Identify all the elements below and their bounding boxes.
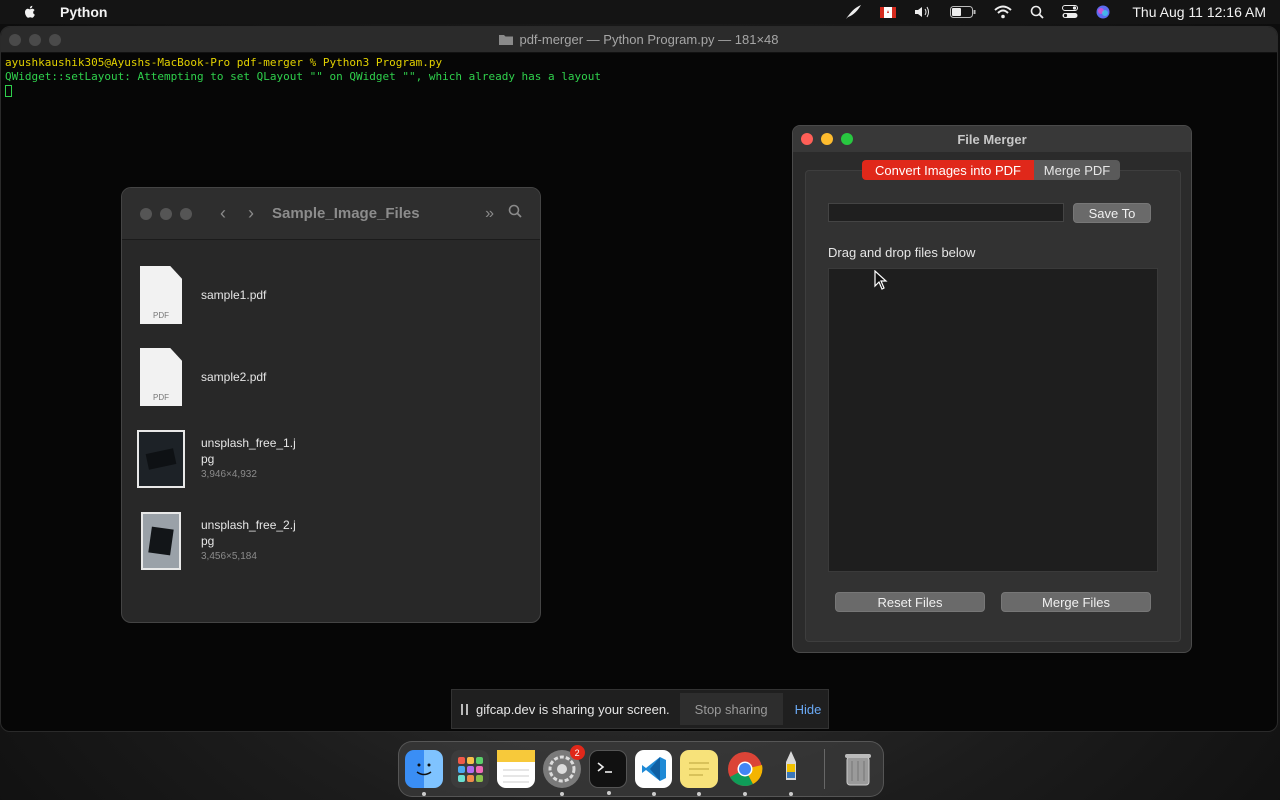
file-name: sample2.pdf	[201, 370, 267, 384]
forward-chevron-icon[interactable]: ›	[248, 203, 254, 224]
drop-label: Drag and drop files below	[828, 245, 976, 260]
terminal-output[interactable]: ayushkaushik305@Ayushs-MacBook-Pro pdf-m…	[1, 53, 1277, 101]
dock-separator	[824, 749, 826, 789]
menubar-clock[interactable]: Thu Aug 11 12:16 AM	[1132, 4, 1266, 20]
finder-window[interactable]: ‹ › Sample_Image_Files » PDF sample1.pdf…	[121, 187, 541, 623]
image-thumbnail	[137, 430, 185, 488]
pdf-file-icon: PDF	[140, 348, 182, 406]
folder-icon	[499, 35, 514, 45]
pdf-file-icon: PDF	[140, 266, 182, 324]
apple-icon[interactable]	[22, 4, 38, 20]
merge-files-button[interactable]: Merge Files	[1001, 592, 1151, 612]
terminal-cursor	[5, 85, 12, 97]
notes-icon[interactable]	[496, 750, 535, 788]
zoom-button[interactable]	[841, 133, 853, 145]
finder-navigation: ‹ ›	[220, 203, 254, 224]
file-merger-window[interactable]: File Merger Convert Images into PDF Merg…	[792, 125, 1192, 653]
more-toolbar-items-icon[interactable]: »	[485, 205, 494, 223]
system-preferences-icon[interactable]: 2	[542, 745, 585, 796]
image-dimensions: 3,946×4,932	[201, 469, 257, 480]
minimize-button[interactable]	[821, 133, 833, 145]
volume-icon[interactable]	[914, 5, 932, 19]
finder-icon[interactable]	[405, 750, 443, 796]
reset-files-button[interactable]: Reset Files	[835, 592, 985, 612]
file-name: sample1.pdf	[201, 288, 267, 302]
file-item[interactable]: unsplash_free_1.j pg 3,946×4,932	[136, 418, 526, 500]
close-button[interactable]	[140, 207, 152, 220]
tab-panel: Save To Drag and drop files below Reset …	[805, 170, 1181, 642]
window-controls	[140, 207, 192, 220]
stop-sharing-button[interactable]: Stop sharing	[679, 693, 783, 725]
canada-flag-icon[interactable]	[880, 6, 897, 18]
dock: 2	[398, 741, 884, 797]
search-icon[interactable]	[508, 204, 522, 223]
trash-icon[interactable]	[839, 750, 877, 788]
notification-badge: 2	[569, 745, 585, 760]
feather-icon[interactable]	[844, 4, 862, 20]
finder-toolbar: ‹ › Sample_Image_Files »	[122, 188, 540, 240]
file-item[interactable]: PDF sample2.pdf	[136, 336, 526, 418]
screen-sharing-bar: gifcap.dev is sharing your screen. Stop …	[451, 689, 829, 729]
python-launcher-icon[interactable]	[772, 750, 810, 796]
stickies-icon[interactable]	[680, 750, 719, 796]
window-controls	[801, 133, 853, 145]
file-name: unsplash_free_2.j pg 3,456×5,184	[201, 517, 311, 565]
file-name: unsplash_free_1.j pg 3,946×4,932	[201, 435, 311, 483]
finder-title: Sample_Image_Files	[272, 205, 420, 222]
battery-icon[interactable]	[950, 6, 976, 18]
menu-bar: Python Thu Aug 11 12:16 AM	[0, 0, 1280, 24]
file-item[interactable]: PDF sample1.pdf	[136, 254, 526, 336]
merger-tabs: Convert Images into PDF Merge PDF	[862, 160, 1120, 180]
terminal-title-text: pdf-merger — Python Program.py — 181×48	[519, 32, 779, 47]
mouse-pointer-icon	[874, 270, 888, 290]
merger-titlebar[interactable]: File Merger	[793, 126, 1191, 152]
tab-merge-pdf[interactable]: Merge PDF	[1034, 160, 1120, 180]
close-button[interactable]	[801, 133, 813, 145]
tab-convert-images[interactable]: Convert Images into PDF	[862, 160, 1034, 180]
terminal-title: pdf-merger — Python Program.py — 181×48	[1, 32, 1277, 47]
spotlight-search-icon[interactable]	[1030, 5, 1045, 19]
back-chevron-icon[interactable]: ‹	[220, 203, 226, 224]
save-path-field[interactable]	[828, 203, 1064, 222]
pause-icon	[461, 703, 468, 715]
active-app-name[interactable]: Python	[60, 4, 107, 20]
file-item[interactable]: unsplash_free_2.j pg 3,456×5,184	[136, 500, 526, 582]
image-thumbnail	[141, 512, 181, 570]
siri-icon[interactable]	[1096, 5, 1110, 19]
drop-zone[interactable]	[828, 268, 1158, 572]
save-to-button[interactable]: Save To	[1073, 203, 1151, 223]
control-center-icon[interactable]	[1062, 5, 1079, 19]
chrome-icon[interactable]	[726, 750, 764, 796]
file-list: PDF sample1.pdf PDF sample2.pdf unsplash…	[122, 240, 540, 596]
launchpad-icon[interactable]	[450, 750, 489, 788]
vscode-icon[interactable]	[634, 750, 673, 796]
hide-button[interactable]: Hide	[795, 702, 822, 717]
terminal-titlebar[interactable]: pdf-merger — Python Program.py — 181×48	[1, 27, 1277, 53]
sharing-message: gifcap.dev is sharing your screen.	[476, 701, 670, 717]
terminal-command-line: ayushkaushik305@Ayushs-MacBook-Pro pdf-m…	[5, 56, 443, 69]
wifi-icon[interactable]	[994, 5, 1013, 19]
terminal-icon[interactable]	[588, 750, 627, 795]
finder-tools: »	[485, 204, 522, 223]
terminal-warning-line: QWidget::setLayout: Attempting to set QL…	[5, 70, 602, 83]
zoom-button[interactable]	[180, 207, 192, 220]
image-dimensions: 3,456×5,184	[201, 551, 257, 562]
minimize-button[interactable]	[160, 207, 172, 220]
